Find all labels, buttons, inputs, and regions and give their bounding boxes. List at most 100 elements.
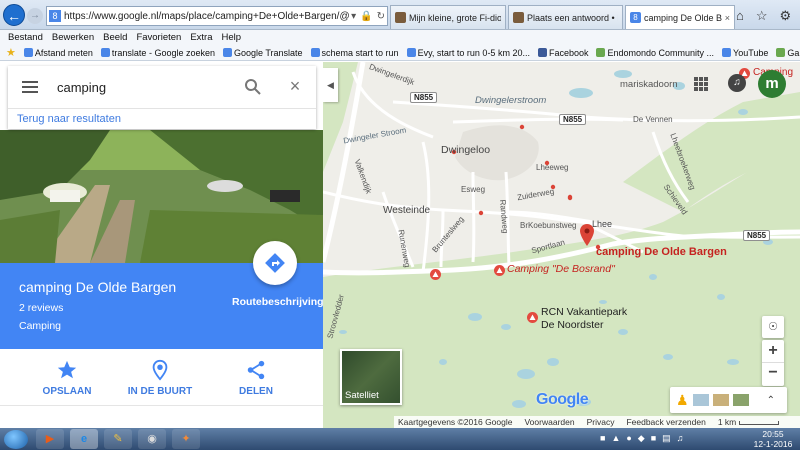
favorites-star-icon[interactable]: ★ — [6, 46, 16, 59]
notifications-bell-icon[interactable]: ♫ — [728, 74, 746, 92]
close-icon[interactable]: × — [287, 77, 303, 95]
youtube-icon — [722, 48, 732, 57]
imagery-thumb[interactable] — [692, 394, 709, 406]
directions-button[interactable] — [253, 241, 297, 285]
favorites-star-icon[interactable]: ☆ — [756, 8, 768, 24]
chevron-up-icon[interactable]: ⌃ — [767, 395, 775, 406]
place-category[interactable]: Camping — [19, 320, 61, 332]
my-location-button[interactable]: ☉ — [762, 316, 784, 338]
internet-explorer-icon[interactable]: e — [70, 429, 98, 449]
apps-grid-icon[interactable] — [694, 77, 708, 91]
collapse-panel-button[interactable]: ◀ — [323, 68, 338, 102]
app-icon[interactable]: ✦ — [172, 429, 200, 449]
street-view-panel[interactable]: ♟ ⌃ — [670, 387, 787, 413]
satellite-toggle[interactable]: Satelliet — [340, 349, 402, 405]
menu-item[interactable]: Help — [222, 30, 242, 45]
save-button[interactable]: OPSLAAN — [27, 359, 107, 397]
favorite-item[interactable]: Afstand meten — [23, 48, 93, 58]
camping-poi-icon[interactable] — [494, 265, 505, 276]
tray-icon[interactable]: ■ — [600, 433, 605, 444]
map-label-lhee: Lhee — [592, 219, 613, 229]
forward-button[interactable]: → — [27, 8, 43, 24]
network-icon[interactable]: ▤ — [662, 433, 671, 444]
directions-label[interactable]: Routebeschrijving — [232, 296, 323, 308]
tray-icon[interactable]: ■ — [651, 433, 656, 444]
endomondo-icon — [596, 48, 606, 57]
chevron-left-icon: ◀ — [327, 80, 334, 90]
search-input[interactable] — [57, 77, 237, 97]
clock[interactable]: 20:55 12-1-2016 — [748, 429, 798, 449]
camping-poi-icon[interactable] — [430, 269, 441, 280]
favorite-item[interactable]: Endomondo Community ... — [596, 48, 714, 58]
selected-place-label[interactable]: camping De Olde Bargen — [596, 246, 727, 258]
menu-item[interactable]: Favorieten — [136, 30, 181, 45]
map-label-de-vennen: De Vennen — [633, 115, 673, 124]
terms-link[interactable]: Voorwaarden — [524, 416, 574, 428]
zoom-out-button[interactable]: − — [762, 363, 784, 385]
favorite-item[interactable]: Galerie Webslices▾ — [776, 47, 800, 58]
media-player-icon[interactable]: ▶ — [36, 429, 64, 449]
tab-fi-dioot[interactable]: Mijn kleine, grote Fi-dioot, v... — [390, 5, 506, 29]
tab-camping[interactable]: 8 camping De Olde Bargen × — [625, 5, 735, 29]
tray-icon[interactable]: ● — [626, 433, 631, 444]
tab-favicon-icon — [513, 12, 524, 23]
avatar[interactable]: m — [758, 70, 786, 98]
favorite-item[interactable]: schema start to run — [310, 48, 399, 58]
settings-gear-icon[interactable]: ⚙ — [780, 8, 792, 24]
webslices-icon — [776, 48, 786, 57]
home-icon[interactable]: ⌂ — [736, 8, 744, 24]
search-icon[interactable] — [244, 78, 262, 96]
favorite-item[interactable]: Google Translate — [222, 48, 303, 58]
nearby-button[interactable]: IN DE BUURT — [120, 359, 200, 397]
browser-titlebar: ← → 8 https://www.google.nl/maps/place/c… — [0, 0, 800, 30]
search-dropdown-icon[interactable]: ▾ — [351, 11, 356, 22]
volume-icon[interactable]: ♫ — [677, 433, 684, 444]
back-to-results-link[interactable]: Terug naar resultaten — [8, 108, 316, 129]
selected-location-pin-icon[interactable] — [580, 224, 594, 246]
system-tray: ■ ▲ ● ◆ ■ ▤ ♫ — [600, 433, 683, 444]
menu-item[interactable]: Beeld — [103, 30, 127, 45]
map-attribution: Kaartgegevens ©2016 Google Voorwaarden P… — [394, 416, 800, 428]
search-card: × Terug naar resultaten — [8, 66, 316, 129]
favorite-icon — [406, 48, 416, 57]
map-label-road: Esweg — [461, 185, 486, 194]
favorites-bar: ★ Afstand meten translate - Google zoeke… — [0, 45, 800, 61]
close-tab-icon[interactable]: × — [725, 13, 730, 23]
reviews-link[interactable]: 2 reviews — [19, 302, 63, 314]
favorite-item[interactable]: Facebook — [537, 48, 588, 58]
feedback-link[interactable]: Feedback verzenden — [626, 416, 705, 428]
privacy-link[interactable]: Privacy — [587, 416, 615, 428]
camping-poi-icon[interactable] — [527, 312, 538, 323]
favorite-item[interactable]: translate - Google zoeken — [100, 48, 215, 58]
tab-bokt[interactable]: Plaats een antwoord • Bokt.nl — [508, 5, 623, 29]
start-button[interactable] — [4, 430, 28, 449]
share-button[interactable]: DELEN — [216, 359, 296, 397]
address-bar[interactable]: 8 https://www.google.nl/maps/place/campi… — [46, 6, 388, 26]
place-title: camping De Olde Bargen — [19, 279, 177, 295]
refresh-icon[interactable]: ↻ — [377, 11, 385, 22]
browser-globe-icon[interactable]: ◉ — [138, 429, 166, 449]
pegman-icon[interactable]: ♟ — [676, 392, 689, 409]
map-canvas[interactable]: mariskadoorn Dwingelerstroom Dwingeler S… — [323, 62, 800, 428]
map-label-dwingeloo: Dwingeloo — [441, 144, 491, 156]
zoom-in-button[interactable]: + — [762, 340, 784, 363]
imagery-thumb[interactable] — [732, 394, 749, 406]
scale-bar[interactable]: 1 km — [718, 416, 780, 428]
favorite-item[interactable]: YouTube — [722, 48, 768, 58]
menu-item[interactable]: Extra — [190, 30, 212, 45]
poi-label-bosrand[interactable]: Camping "De Bosrand" — [507, 263, 615, 275]
menu-item[interactable]: Bestand — [8, 30, 43, 45]
menu-item[interactable]: Bewerken — [52, 30, 94, 45]
facebook-icon — [537, 48, 547, 57]
imagery-thumb[interactable] — [712, 394, 729, 406]
tray-icon[interactable]: ◆ — [638, 433, 645, 444]
road-shield-n855: N855 — [743, 230, 771, 241]
tab-favicon-icon: 8 — [630, 12, 641, 23]
poi-label-rcn[interactable]: De Noordster — [541, 319, 603, 331]
tray-icon[interactable]: ▲ — [611, 433, 620, 444]
favorite-item[interactable]: Evy, start to run 0-5 km 20... — [406, 48, 530, 58]
menu-hamburger-icon[interactable] — [22, 81, 38, 93]
paint-icon[interactable]: ✎ — [104, 429, 132, 449]
poi-label-rcn[interactable]: RCN Vakantiepark — [541, 306, 627, 318]
back-button[interactable]: ← — [3, 4, 25, 26]
